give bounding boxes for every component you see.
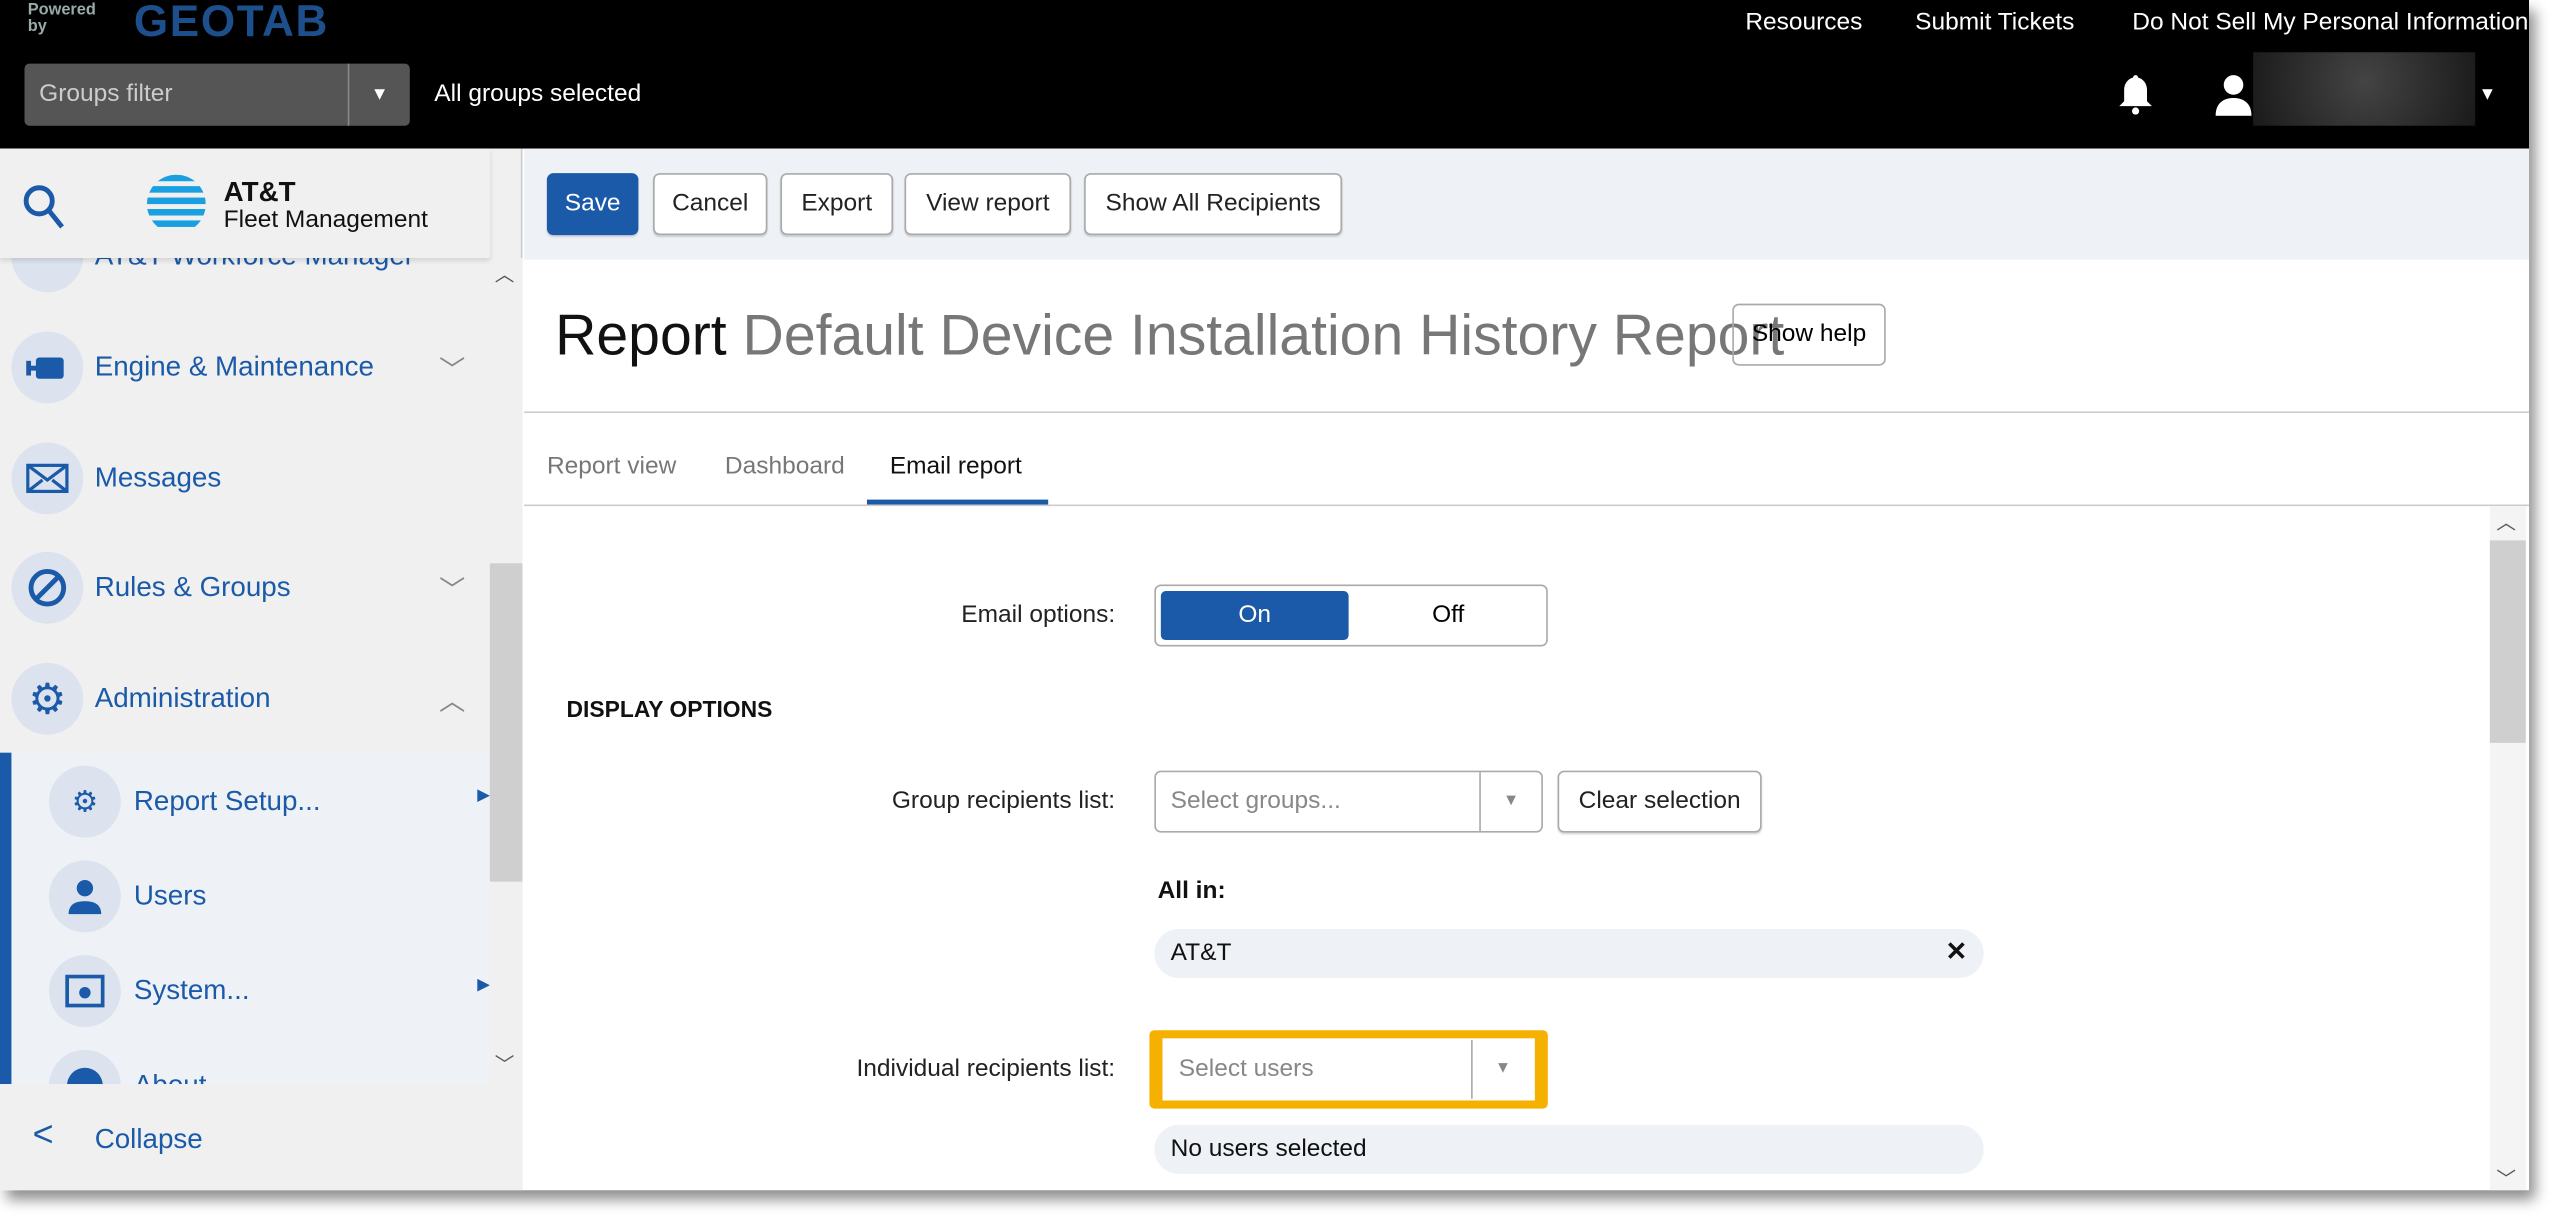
no-users-chip: No users selected [1154,1124,1984,1174]
page-title: Report Default Device Installation Histo… [555,304,1784,369]
sidebar-item-label: Report Setup... [133,785,321,817]
tab-dashboard[interactable]: Dashboard [725,452,845,480]
select-groups-dropdown[interactable]: Select groups... ▼ [1154,770,1543,833]
close-icon[interactable]: ✕ [1946,929,1968,978]
system-icon [48,955,121,1027]
geotab-logo: GEOTAB [133,0,329,46]
save-button[interactable]: Save [546,173,639,236]
chevron-down-icon[interactable]: ▼ [347,63,410,126]
tab-report-view[interactable]: Report view [547,452,676,480]
user-icon[interactable] [2215,73,2252,116]
display-options-heading: DISPLAY OPTIONS [566,695,773,722]
show-all-recipients-button[interactable]: Show All Recipients [1084,173,1343,236]
sidebar-scrollbar-thumb[interactable] [489,563,523,882]
scroll-down-icon[interactable]: ﹀ [2496,1164,2516,1190]
chevron-down-icon: ﹀ [439,577,466,606]
do-not-sell-link[interactable]: Do Not Sell My Personal Information [2132,8,2528,36]
user-name-redacted[interactable] [2253,52,2476,126]
groups-status: All groups selected [434,80,642,108]
app-window: Powered by GEOTAB Resources Submit Ticke… [0,0,2530,1191]
report-name: Default Device Installation History Repo… [742,303,1785,368]
chevron-down-icon: ﹀ [439,357,466,386]
sidebar-item-report-setup[interactable]: ⚙ Report Setup... ▶ [48,765,490,838]
search-icon[interactable] [23,184,65,230]
top-bar: Powered by GEOTAB Resources Submit Ticke… [0,0,2530,149]
powered-by-text: Powered by [27,1,96,36]
sidebar-item-label: Messages [94,462,222,494]
sidebar-item-engine-maintenance[interactable]: Engine & Maintenance ﹀ [11,331,484,404]
sidebar-item-administration[interactable]: ⚙ Administration ︿ [11,662,484,735]
sidebar-item-messages[interactable]: Messages [11,442,484,515]
sidebar-item-label: System... [133,974,250,1006]
select-groups-placeholder: Select groups... [1170,786,1341,815]
sidebar-item-label: Users [133,880,207,912]
caret-right-icon: ▶ [477,786,490,805]
groups-filter-input[interactable]: Groups filter ▼ [24,63,410,126]
select-users-placeholder: Select users [1178,1054,1314,1083]
cancel-button[interactable]: Cancel [653,173,768,236]
divider [524,411,2530,414]
scroll-up-icon[interactable]: ︿ [495,260,515,288]
about-clip: About [0,1047,490,1085]
title-prefix: Report [555,303,727,368]
sidebar-item-users[interactable]: Users [48,860,474,933]
sidebar-item-label: Rules & Groups [94,571,291,603]
sidebar-header: AT&T Fleet Management [0,148,490,258]
toggle-on[interactable]: On [1160,591,1349,641]
sidebar-item-label: Administration [94,682,271,714]
user-icon [48,860,121,933]
group-chip: AT&T ✕ [1154,929,1984,978]
chevron-left-icon: < [32,1113,54,1155]
export-button[interactable]: Export [780,173,894,236]
sidebar: AT&T Fleet Management AT&T Workforce Man… [0,148,523,1191]
brand-line2: Fleet Management [223,205,428,234]
report-setup-icon: ⚙ [48,765,121,838]
toolbar: Save Cancel Export View report Show All … [524,148,2530,260]
clear-selection-button[interactable]: Clear selection [1557,770,1762,833]
groups-filter-placeholder: Groups filter [39,80,173,108]
user-menu-chevron-icon[interactable]: ▼ [2478,85,2496,105]
sidebar-item-label: Engine & Maintenance [94,351,374,383]
group-recipients-label: Group recipients list: [891,786,1116,815]
divider [524,504,2530,507]
view-report-button[interactable]: View report [904,173,1072,236]
all-in-label: All in: [1157,876,1226,905]
resources-link[interactable]: Resources [1745,8,1862,36]
toggle-off[interactable]: Off [1352,591,1545,640]
rules-icon [11,551,84,624]
show-help-button[interactable]: Show help [1732,303,1886,366]
chevron-up-icon: ︿ [439,688,466,717]
sidebar-item-system[interactable]: System... ▶ [48,955,490,1027]
sidebar-item-about[interactable]: About [48,1049,474,1085]
sidebar-item-label: About [134,1069,207,1084]
collapse-label: Collapse [94,1123,203,1155]
email-options-label: Email options: [961,600,1116,629]
individual-recipients-label: Individual recipients list: [856,1054,1116,1083]
chevron-down-icon[interactable]: ▼ [1471,1040,1533,1099]
group-chip-label: AT&T [1170,938,1232,967]
sidebar-item-rules-groups[interactable]: Rules & Groups ﹀ [11,551,484,624]
submit-tickets-link[interactable]: Submit Tickets [1915,8,2074,36]
engine-icon [11,331,84,404]
info-icon [48,1049,121,1085]
scroll-up-icon[interactable]: ︿ [2496,508,2516,536]
select-users-dropdown[interactable]: Select users ▼ [1162,1038,1535,1101]
scroll-down-icon[interactable]: ﹀ [495,1050,515,1078]
caret-right-icon: ▶ [477,976,490,995]
gear-icon: ⚙ [11,662,84,735]
tab-email-report[interactable]: Email report [890,452,1022,480]
brand-line1: AT&T [223,176,296,208]
collapse-button[interactable]: < Collapse [0,1084,523,1191]
att-globe-logo [146,174,206,227]
email-options-toggle[interactable]: On Off [1154,584,1548,647]
main-scrollbar-thumb[interactable] [2489,540,2526,743]
envelope-icon [11,442,84,515]
main-content: Save Cancel Export View report Show All … [524,148,2530,1191]
bell-icon[interactable] [2118,73,2154,115]
chevron-down-icon[interactable]: ▼ [1479,772,1541,832]
